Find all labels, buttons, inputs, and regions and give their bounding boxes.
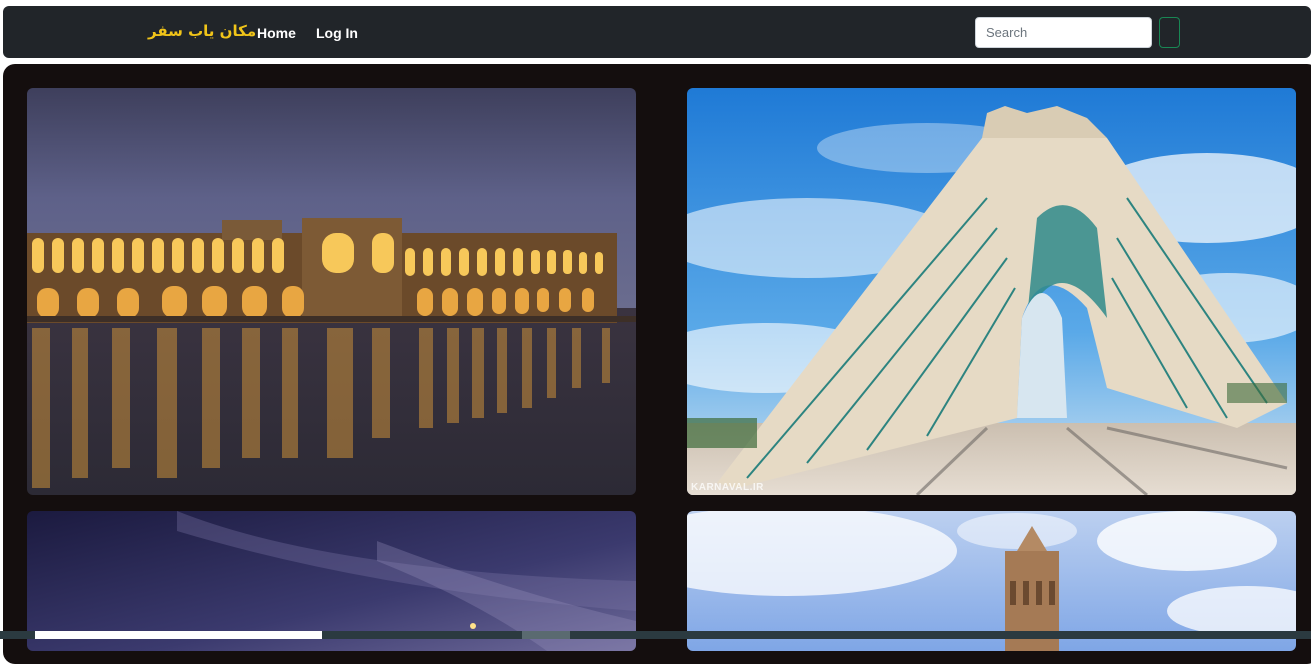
gallery-card-minaret[interactable] xyxy=(687,511,1296,651)
nav-login-link[interactable]: Log In xyxy=(316,25,358,41)
minaret-tower-photo xyxy=(687,511,1296,651)
gallery-card-azadi-tower[interactable]: KARNAVAL.IR xyxy=(687,88,1296,495)
nav-home-link[interactable]: Home xyxy=(257,25,296,41)
photo-watermark: KARNAVAL.IR xyxy=(691,482,764,493)
top-navbar: مکان یاب سفر Home Log In xyxy=(3,6,1311,58)
gallery-card-bridge[interactable] xyxy=(27,88,636,495)
os-taskbar xyxy=(0,631,1311,639)
azadi-tower-photo xyxy=(687,88,1296,495)
gallery-panel: KARNAVAL.IR xyxy=(3,64,1311,664)
gallery-card-night-sky[interactable] xyxy=(27,511,636,651)
si-o-se-pol-bridge-photo xyxy=(27,88,636,495)
brand-logo[interactable]: مکان یاب سفر xyxy=(148,22,256,40)
search-button[interactable] xyxy=(1159,17,1180,48)
taskbar-app-button[interactable] xyxy=(522,631,570,639)
taskbar-search-box[interactable] xyxy=(35,631,322,639)
search-input[interactable] xyxy=(975,17,1152,48)
night-sky-photo xyxy=(27,511,636,651)
